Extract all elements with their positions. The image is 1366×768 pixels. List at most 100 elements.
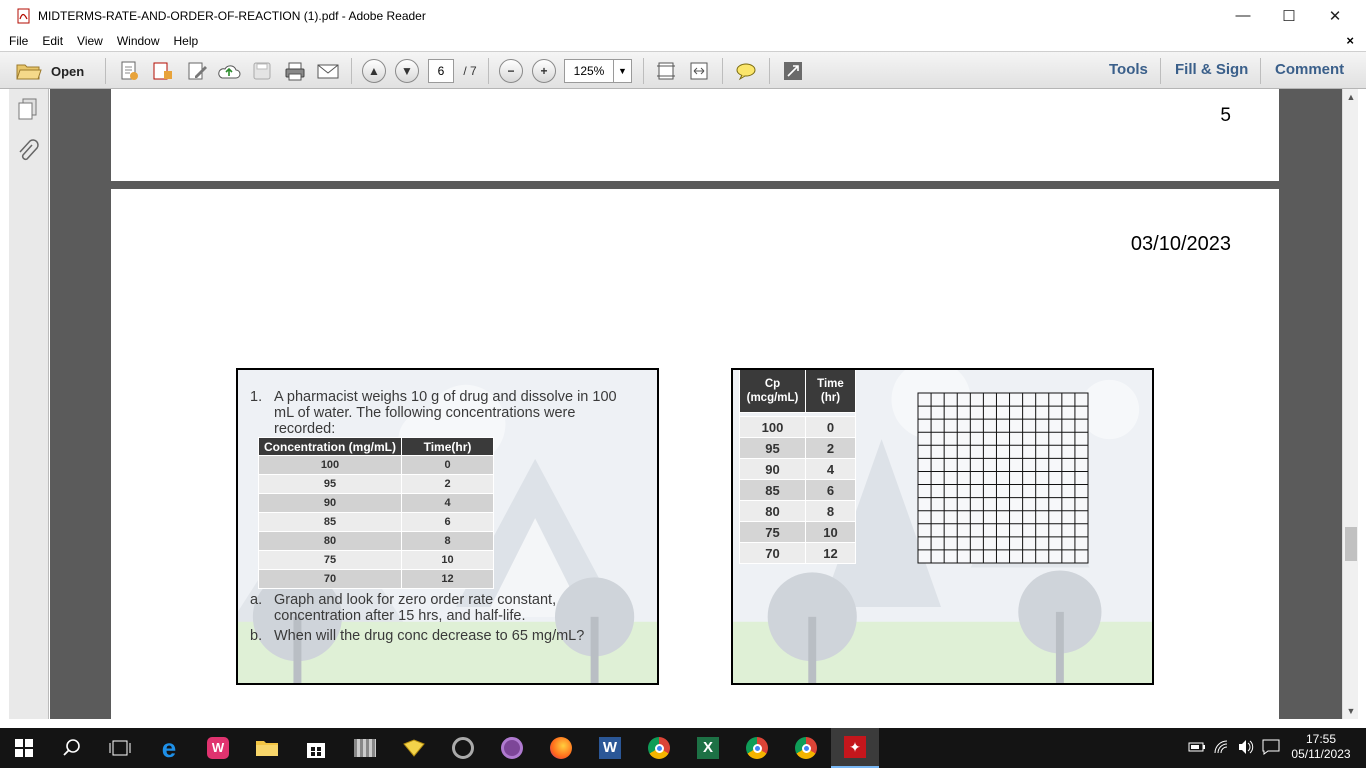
- comment-link[interactable]: Comment: [1275, 61, 1344, 78]
- menu-help[interactable]: Help: [174, 34, 199, 48]
- volume-icon[interactable]: [1237, 739, 1255, 758]
- edit-pdf-icon[interactable]: [184, 58, 210, 84]
- table-row: 80 8: [258, 531, 494, 551]
- previous-page-button[interactable]: ▲: [361, 58, 387, 84]
- close-document-button[interactable]: ×: [1346, 31, 1354, 51]
- comment-bubble-icon[interactable]: [733, 58, 759, 84]
- table-header: Time(hr): [805, 370, 856, 413]
- table-header: Cp (mcg/mL): [739, 370, 806, 413]
- toolbar: Open ▲ ▼ 6 / 7 − + 125% ▼ Tools Fill & Si…: [0, 51, 1366, 89]
- table-row: 100 0: [258, 455, 494, 475]
- table-cell: 85: [258, 512, 402, 532]
- scroll-down-icon[interactable]: ▼: [1343, 703, 1359, 719]
- document-viewer[interactable]: 5 03/10/2023 1. A pharmacist weighs 10 g…: [50, 89, 1342, 719]
- wifi-icon[interactable]: [1213, 739, 1231, 758]
- arrow-down-icon: ▼: [395, 59, 419, 83]
- table-row: 75 10: [739, 521, 856, 543]
- print-icon[interactable]: [282, 58, 308, 84]
- task-view-icon[interactable]: [96, 728, 144, 768]
- question-text-line-3: recorded:: [274, 421, 336, 437]
- table-cell: 80: [739, 500, 806, 522]
- scroll-up-icon[interactable]: ▲: [1343, 89, 1359, 105]
- maximize-button[interactable]: ☐: [1266, 0, 1312, 31]
- table-row: 70 12: [258, 569, 494, 589]
- table-cell: 10: [805, 521, 856, 543]
- adobe-reader-window: MIDTERMS-RATE-AND-ORDER-OF-REACTION (1).…: [0, 0, 1366, 728]
- part-b-label: b.: [250, 628, 263, 644]
- open-label: Open: [51, 63, 85, 79]
- table-cell: 70: [739, 542, 806, 564]
- table-cell: 95: [258, 474, 402, 494]
- vertical-scrollbar[interactable]: ▲ ▼: [1342, 89, 1358, 719]
- menu-window[interactable]: Window: [117, 34, 160, 48]
- minus-icon: −: [499, 59, 523, 83]
- chrome-icon[interactable]: [635, 728, 683, 768]
- chrome-icon-2[interactable]: [733, 728, 781, 768]
- windows-taskbar: e W W X ✦ 17:55 05/11/2023: [0, 728, 1366, 768]
- acrobat-icon[interactable]: ✦: [831, 728, 879, 768]
- word-icon[interactable]: W: [586, 728, 634, 768]
- table-cell: 0: [401, 455, 494, 475]
- question-number: 1.: [250, 389, 263, 405]
- app-icon[interactable]: [341, 728, 389, 768]
- table-cell: 4: [805, 458, 856, 480]
- fill-sign-link[interactable]: Fill & Sign: [1175, 61, 1248, 78]
- zoom-select[interactable]: 125% ▼: [564, 58, 632, 84]
- chevron-down-icon[interactable]: ▼: [613, 60, 631, 82]
- concentration-table: Concentration (mg/mL) Time(hr) 100 0 95 2 …: [258, 437, 494, 589]
- wps-icon[interactable]: W: [194, 728, 242, 768]
- clock[interactable]: 17:55 05/11/2023: [1290, 732, 1352, 762]
- chrome-icon-3[interactable]: [782, 728, 830, 768]
- battery-icon[interactable]: [1188, 740, 1206, 757]
- file-explorer-icon[interactable]: [243, 728, 291, 768]
- menu-view[interactable]: View: [77, 34, 103, 48]
- search-icon[interactable]: [48, 728, 96, 768]
- fit-page-icon[interactable]: [653, 58, 679, 84]
- attachments-icon[interactable]: [16, 139, 40, 168]
- tor-icon[interactable]: [488, 728, 536, 768]
- save-icon[interactable]: [250, 58, 274, 84]
- table-cell: 75: [258, 550, 402, 570]
- plus-icon: +: [532, 59, 556, 83]
- start-icon[interactable]: [0, 728, 48, 768]
- table-cell: 10: [401, 550, 494, 570]
- table-cell: 2: [401, 474, 494, 494]
- clock-time: 17:55: [1305, 732, 1337, 746]
- email-icon[interactable]: [315, 58, 341, 84]
- table-cell: 90: [739, 458, 806, 480]
- firefox-icon[interactable]: [537, 728, 585, 768]
- menu-file[interactable]: File: [9, 34, 28, 48]
- menu-edit[interactable]: Edit: [42, 34, 63, 48]
- table-row: 75 10: [258, 550, 494, 570]
- zoom-out-button[interactable]: −: [498, 58, 524, 84]
- excel-icon[interactable]: X: [684, 728, 732, 768]
- page-number-input[interactable]: 6: [427, 58, 455, 84]
- zoom-in-button[interactable]: +: [531, 58, 557, 84]
- table-cell: 70: [258, 569, 402, 589]
- close-button[interactable]: ✕: [1312, 0, 1358, 31]
- full-screen-icon[interactable]: [780, 58, 806, 84]
- slide-question-1: 1. A pharmacist weighs 10 g of drug and …: [236, 368, 659, 685]
- question-text-line-2: mL of water. The following concentration…: [274, 405, 576, 421]
- part-a-line-1: Graph and look for zero order rate const…: [274, 592, 557, 608]
- table-cell: 90: [258, 493, 402, 513]
- app-icon-2[interactable]: [439, 728, 487, 768]
- notifications-icon[interactable]: [1262, 739, 1280, 758]
- page-thumbnails-icon[interactable]: [16, 97, 40, 124]
- store-icon[interactable]: [292, 728, 340, 768]
- tools-link[interactable]: Tools: [1109, 61, 1148, 78]
- upload-cloud-icon[interactable]: [216, 58, 242, 84]
- folder-icon[interactable]: [390, 728, 438, 768]
- create-pdf-icon[interactable]: [116, 58, 142, 84]
- export-pdf-icon[interactable]: [150, 58, 176, 84]
- table-cell: 95: [739, 437, 806, 459]
- scroll-thumb[interactable]: [1345, 527, 1357, 561]
- table-header: Concentration (mg/mL): [258, 437, 402, 456]
- arrow-up-icon: ▲: [362, 59, 386, 83]
- edge-icon[interactable]: e: [145, 728, 193, 768]
- table-cell: 6: [805, 479, 856, 501]
- next-page-button[interactable]: ▼: [394, 58, 420, 84]
- fit-width-icon[interactable]: [686, 58, 712, 84]
- open-button[interactable]: Open: [16, 58, 90, 84]
- minimize-button[interactable]: —: [1220, 0, 1266, 31]
